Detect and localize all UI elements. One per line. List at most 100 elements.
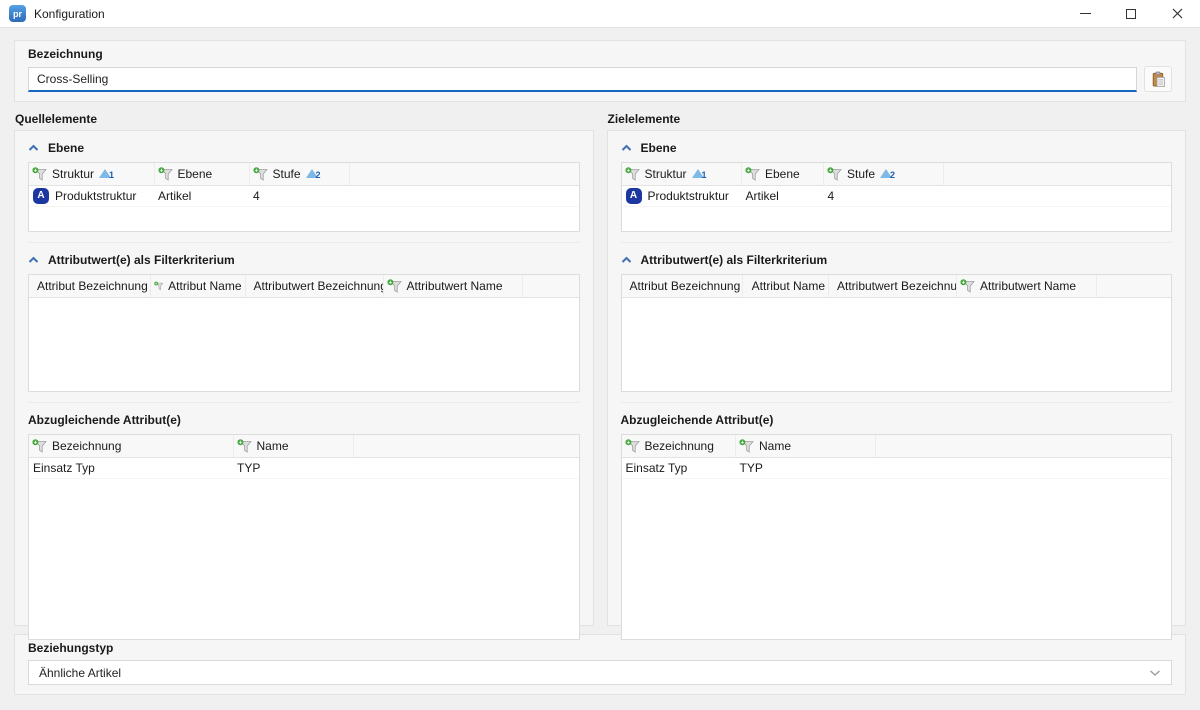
header-label: Attribut Bezeichnung <box>630 279 741 293</box>
source-panel: Ebene + Struktur 1 <box>14 130 594 626</box>
source-title: Quellelemente <box>15 112 594 126</box>
filter-icon[interactable]: + <box>158 167 173 181</box>
svg-text:+: + <box>238 440 242 446</box>
filter-icon[interactable]: + <box>237 439 252 453</box>
app-icon: pr <box>9 5 26 22</box>
header-label: Attribut Bezeichnung <box>37 279 148 293</box>
table-row[interactable]: A Produktstruktur Artikel 4 <box>29 185 579 206</box>
header-label: Bezeichnung <box>52 439 121 453</box>
target-ebene-table: + Struktur 1 + Ebene + <box>621 162 1173 232</box>
filter-icon[interactable]: + <box>387 279 402 293</box>
section-title: Attributwert(e) als Filterkriterium <box>641 253 828 267</box>
column-header[interactable]: + Attributwert Bezeichnung <box>829 275 957 297</box>
filter-icon[interactable]: + <box>960 279 975 293</box>
svg-text:+: + <box>159 168 163 174</box>
target-ebene-section: Ebene + Struktur 1 <box>621 131 1173 242</box>
column-header[interactable]: + Attribut Bezeichnung <box>29 275 150 297</box>
filter-icon[interactable]: + <box>625 167 640 181</box>
header-label: Struktur <box>52 167 94 181</box>
svg-text:+: + <box>626 168 630 174</box>
column-header[interactable]: + Attribut Name <box>150 275 245 297</box>
header-label: Attributwert Name <box>980 279 1076 293</box>
column-header[interactable]: + Bezeichnung <box>29 435 233 457</box>
sort-ascending-icon: 2 <box>880 168 893 179</box>
source-ebene-section: Ebene + Struktur 1 <box>28 131 580 242</box>
filter-icon[interactable]: + <box>827 167 842 181</box>
titlebar: pr Konfiguration <box>0 0 1200 28</box>
header-label: Attributwert Bezeichnung <box>254 279 384 293</box>
table-row[interactable]: A Produktstruktur Artikel 4 <box>622 185 1172 206</box>
source-ebene-table: + Struktur 1 + Ebene + <box>28 162 580 232</box>
filter-icon[interactable]: + <box>154 279 164 293</box>
column-header[interactable]: + Attributwert Name <box>383 275 522 297</box>
source-filter-section: Attributwert(e) als Filterkriterium + At… <box>28 242 580 402</box>
chevron-up-icon <box>621 256 632 264</box>
maximize-button[interactable] <box>1108 0 1154 27</box>
column-header-stufe[interactable]: + Stufe 2 <box>249 163 349 185</box>
source-match-section: Abzugleichende Attribut(e) + Bezeichnung <box>28 402 580 650</box>
configuration-window: pr Konfiguration Bezeichnung <box>0 0 1200 710</box>
column-header-stufe[interactable]: + Stufe 2 <box>824 163 944 185</box>
svg-text:+: + <box>254 168 258 174</box>
filter-icon[interactable]: + <box>253 167 268 181</box>
column-header[interactable]: + Attribut Bezeichnung <box>622 275 743 297</box>
target-filter-table: + Attribut Bezeichnung + Attribut Name + <box>621 274 1173 392</box>
collapse-toggle[interactable] <box>28 256 39 264</box>
table-row[interactable]: Einsatz Typ TYP <box>622 457 1172 478</box>
filter-icon[interactable]: + <box>32 439 47 453</box>
window-controls <box>1062 0 1200 27</box>
source-filter-table: + Attribut Bezeichnung + Attribut Name + <box>28 274 580 392</box>
paste-button[interactable] <box>1144 66 1172 92</box>
close-button[interactable] <box>1154 0 1200 27</box>
sort-ascending-icon: 1 <box>692 168 705 179</box>
header-label: Ebene <box>765 167 800 181</box>
chevron-down-icon <box>1149 669 1161 677</box>
header-label: Attributwert Name <box>407 279 503 293</box>
column-header[interactable]: + Bezeichnung <box>622 435 736 457</box>
bezeichnung-input[interactable] <box>28 67 1137 92</box>
window-title: Konfiguration <box>34 7 105 21</box>
section-title: Attributwert(e) als Filterkriterium <box>48 253 235 267</box>
chevron-up-icon <box>28 144 39 152</box>
dropdown-value: Ähnliche Artikel <box>39 666 1149 680</box>
table-row[interactable]: Einsatz Typ TYP <box>29 457 579 478</box>
header-label: Stufe <box>847 167 875 181</box>
filter-icon[interactable]: + <box>745 167 760 181</box>
maximize-icon <box>1126 9 1136 19</box>
section-title: Abzugleichende Attribut(e) <box>28 413 181 427</box>
content-area: Bezeichnung Quellele <box>0 28 1200 710</box>
column-header-ebene[interactable]: + Ebene <box>154 163 249 185</box>
bezeichnung-label: Bezeichnung <box>28 47 1172 61</box>
filter-icon[interactable]: + <box>625 439 640 453</box>
header-label: Attribut Name <box>752 279 825 293</box>
sort-ascending-icon: 1 <box>99 168 112 179</box>
filter-icon[interactable]: + <box>32 167 47 181</box>
column-header-struktur[interactable]: + Struktur 1 <box>622 163 742 185</box>
svg-text:+: + <box>829 168 833 174</box>
minimize-button[interactable] <box>1062 0 1108 27</box>
header-label: Name <box>759 439 791 453</box>
beziehungstyp-dropdown[interactable]: Ähnliche Artikel <box>28 660 1172 685</box>
header-label: Attribut Name <box>168 279 241 293</box>
column-header[interactable]: + Attributwert Name <box>957 275 1097 297</box>
column-header[interactable]: + Attributwert Bezeichnung <box>245 275 383 297</box>
collapse-toggle[interactable] <box>28 144 39 152</box>
header-label: Ebene <box>178 167 213 181</box>
collapse-toggle[interactable] <box>621 144 632 152</box>
column-header-ebene[interactable]: + Ebene <box>742 163 824 185</box>
svg-text:+: + <box>34 168 38 174</box>
source-column: Quellelemente Ebene <box>14 112 594 626</box>
column-header[interactable]: + Name <box>233 435 353 457</box>
column-header[interactable]: + Name <box>736 435 876 457</box>
collapse-toggle[interactable] <box>621 256 632 264</box>
svg-text:+: + <box>388 280 392 286</box>
svg-text:+: + <box>34 440 38 446</box>
column-header-struktur[interactable]: + Struktur 1 <box>29 163 154 185</box>
filter-icon[interactable]: + <box>746 279 747 293</box>
header-label: Bezeichnung <box>645 439 714 453</box>
header-label: Attributwert Bezeichnung <box>837 279 957 293</box>
column-header[interactable]: + Attribut Name <box>743 275 829 297</box>
chevron-up-icon <box>28 256 39 264</box>
filter-icon[interactable]: + <box>739 439 754 453</box>
source-match-table: + Bezeichnung + Name <box>28 434 580 640</box>
